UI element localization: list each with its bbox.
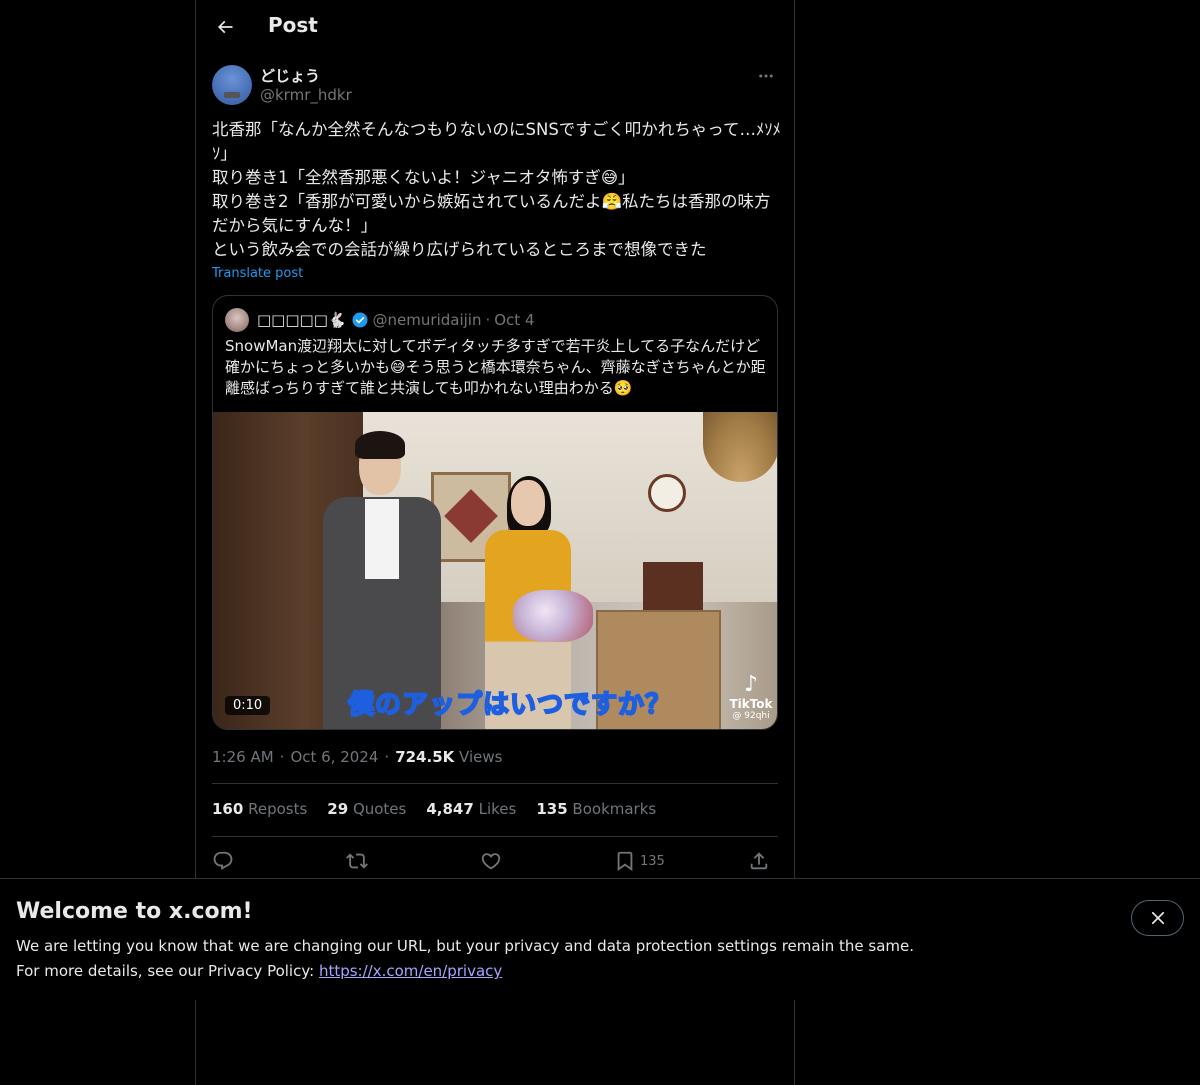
close-icon: [1151, 911, 1164, 925]
repost-icon: [346, 853, 368, 869]
post-stats: 160 Reposts 29 Quotes 4,847 Likes 135 Bo…: [212, 800, 656, 822]
quoted-post[interactable]: □□□□□🐇 @nemuridaijin · Oct 4 SnowMan渡辺翔太…: [212, 295, 778, 730]
url-change-banner: Welcome to x.com! We are letting you kno…: [0, 878, 1200, 1000]
bookmarks-stat[interactable]: 135 Bookmarks: [536, 800, 656, 822]
separator-dot: ·: [279, 748, 285, 766]
more-button[interactable]: [754, 64, 778, 88]
quoted-display-name[interactable]: □□□□□🐇: [257, 311, 347, 329]
separator-dot: ·: [485, 311, 491, 329]
share-button[interactable]: [748, 847, 770, 875]
privacy-policy-link[interactable]: https://x.com/en/privacy: [319, 962, 502, 980]
banner-title: Welcome to x.com!: [16, 899, 253, 924]
quoted-date[interactable]: Oct 4: [494, 311, 534, 329]
close-banner-button[interactable]: [1131, 900, 1184, 936]
quoted-handle[interactable]: @nemuridaijin: [373, 311, 482, 329]
post-time[interactable]: 1:26 AM: [212, 748, 274, 766]
post-actions: 135: [212, 847, 778, 875]
bookmark-count: 135: [640, 853, 665, 869]
video-duration: 0:10: [225, 696, 271, 715]
author-display-name[interactable]: どじょう: [260, 65, 320, 86]
video-caption: 僕のアップはいつですか？: [347, 689, 673, 721]
more-horizontal-icon: [759, 74, 773, 78]
bookmark-button[interactable]: 135: [614, 847, 665, 875]
repost-button[interactable]: [346, 847, 368, 875]
quoted-text: SnowMan渡辺翔太に対してボディタッチ多すぎで若干炎上してる子なんだけど確か…: [225, 337, 766, 397]
tiktok-label: TikTok: [729, 697, 773, 711]
bookmark-icon: [617, 851, 633, 872]
quoted-post-header: □□□□□🐇 @nemuridaijin · Oct 4: [225, 308, 535, 332]
tiktok-user: @ 92qhi: [732, 711, 770, 721]
heart-icon: [481, 853, 501, 870]
verified-badge-icon: [352, 312, 368, 328]
divider: [212, 783, 778, 784]
banner-privacy-line: For more details, see our Privacy Policy…: [16, 962, 502, 980]
views-count: 724.5K: [395, 748, 455, 766]
banner-message: We are letting you know that we are chan…: [16, 937, 915, 955]
post-text: 北香那「なんか全然そんなつもりないのにSNSですごく叩かれちゃって…ﾒｿﾒｿ」 …: [212, 120, 781, 259]
page-header: Post: [196, 0, 794, 54]
post-meta: 1:26 AM · Oct 6, 2024 · 724.5K Views: [212, 746, 502, 768]
page-title: Post: [268, 13, 318, 37]
banner-privacy-prefix: For more details, see our Privacy Policy…: [16, 962, 319, 980]
views-label: Views: [459, 748, 503, 766]
like-button[interactable]: [480, 847, 502, 875]
video-player[interactable]: 僕のアップはいつですか？ 0:10 ♪ TikTok @ 92qhi: [213, 412, 777, 729]
reply-button[interactable]: [212, 847, 234, 875]
translate-post-link[interactable]: Translate post: [212, 266, 303, 281]
back-button[interactable]: [208, 10, 242, 44]
reposts-stat[interactable]: 160 Reposts: [212, 800, 307, 822]
author-handle[interactable]: @krmr_hdkr: [260, 86, 352, 104]
post-author: どじょう @krmr_hdkr: [212, 64, 778, 108]
quotes-stat[interactable]: 29 Quotes: [327, 800, 406, 822]
tiktok-logo-icon: ♪: [743, 672, 759, 697]
arrow-left-icon: [217, 20, 233, 34]
likes-stat[interactable]: 4,847 Likes: [426, 800, 516, 822]
share-icon: [750, 852, 768, 870]
separator-dot: ·: [384, 748, 390, 766]
avatar[interactable]: [212, 65, 252, 105]
post-date[interactable]: Oct 6, 2024: [290, 748, 378, 766]
quoted-avatar[interactable]: [225, 308, 249, 332]
reply-icon: [213, 851, 233, 870]
tiktok-watermark: ♪ TikTok @ 92qhi: [727, 673, 775, 725]
divider: [212, 836, 778, 837]
